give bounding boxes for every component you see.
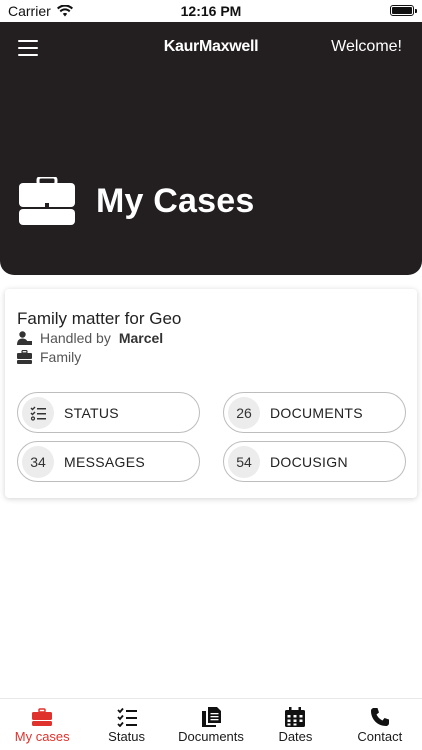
lawyer-icon [17,331,32,345]
case-title: Family matter for Geo [17,309,182,328]
case-card[interactable]: Family matter for Geo Handled by Marcel … [5,289,417,498]
case-type: Family [40,349,82,365]
messages-label: MESSAGES [64,453,145,470]
docusign-count-badge: 54 [228,445,260,478]
status-bar: Carrier 12:16 PM [0,0,422,22]
documents-count-badge: 26 [228,396,260,429]
briefcase-icon [32,708,53,726]
docusign-button[interactable]: 54 DOCUSIGN [223,441,406,482]
clock: 12:16 PM [180,3,242,19]
briefcase-icon [19,177,75,225]
messages-count-badge: 34 [22,445,54,478]
tab-documents[interactable]: Documents [169,699,253,750]
tab-contact-label: Contact [357,729,403,744]
tab-my-cases-label: My cases [14,729,70,744]
checklist-icon [30,406,46,421]
handled-by-label: Handled by [40,330,111,346]
status-button[interactable]: STATUS [17,392,200,433]
handler-name: Marcel [118,330,164,346]
page-heading: My Cases [18,177,254,225]
documents-button[interactable]: 26 DOCUMENTS [223,392,406,433]
case-handler-row: Handled by Marcel [17,330,163,346]
tab-documents-label: Documents [178,729,244,744]
checklist-icon [116,707,137,727]
page-title: My Cases [96,181,255,220]
tab-my-cases[interactable]: My cases [0,699,84,750]
tab-status[interactable]: Status [84,699,168,750]
messages-button[interactable]: 34 MESSAGES [17,441,200,482]
documents-label: DOCUMENTS [270,404,363,421]
tab-contact[interactable]: Contact [338,699,422,750]
phone-icon [370,708,389,726]
tab-status-label: Status [108,729,146,744]
tab-dates[interactable]: Dates [253,699,337,750]
case-type-row: Family [17,349,81,365]
app-header: KaurMaxwell Welcome! My Cases [0,22,422,275]
bottom-tab-bar: My cases Status Documents Dates Contact [0,698,422,750]
briefcase-icon [17,350,32,364]
calendar-icon [285,707,306,727]
status-label: STATUS [64,404,119,421]
battery-icon [390,5,417,16]
tab-dates-label: Dates [278,729,313,744]
documents-icon [202,707,222,727]
status-badge [22,396,54,429]
welcome-text: Welcome! [331,38,402,55]
docusign-label: DOCUSIGN [270,453,348,470]
